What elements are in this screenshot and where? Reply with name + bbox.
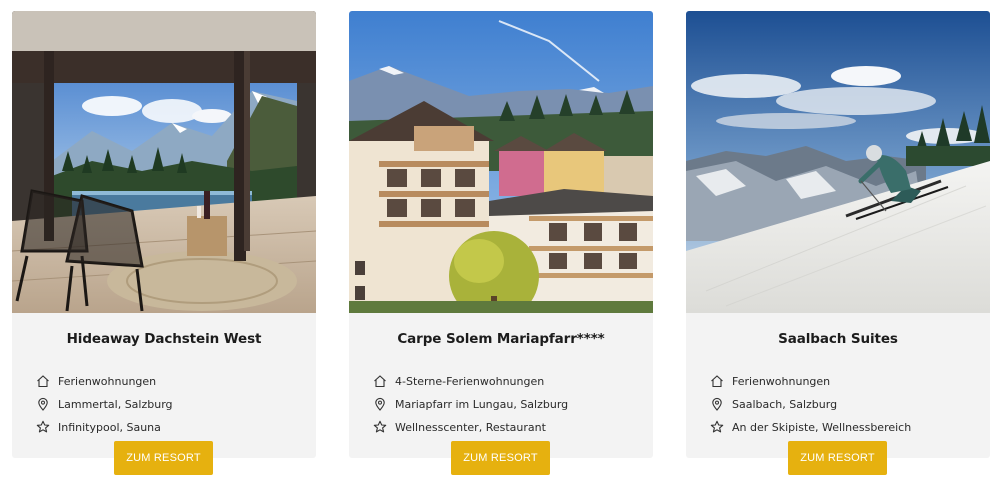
house-icon <box>710 374 724 388</box>
feature-text: Mariapfarr im Lungau, Salzburg <box>395 397 569 411</box>
zum-resort-button[interactable]: ZUM RESORT <box>114 441 213 475</box>
house-icon <box>36 374 50 388</box>
feature-amenities: An der Skipiste, Wellnessbereich <box>710 418 911 436</box>
resort-card-saalbach-suites: Saalbach Suites Ferienwohnungen Saalbach… <box>686 11 990 458</box>
feature-location: Mariapfarr im Lungau, Salzburg <box>373 395 568 413</box>
resort-card-carpe-solem-mariapfarr: Carpe Solem Mariapfarr**** 4-Sterne-Feri… <box>349 11 653 458</box>
zum-resort-button[interactable]: ZUM RESORT <box>788 441 887 475</box>
feature-apartment-type: Ferienwohnungen <box>36 372 156 390</box>
feature-apartment-type: Ferienwohnungen <box>710 372 830 390</box>
resort-photo[interactable] <box>349 11 653 313</box>
resort-title[interactable]: Hideaway Dachstein West <box>12 331 316 347</box>
feature-amenities: Infinitypool, Sauna <box>36 418 161 436</box>
feature-text: Lammertal, Salzburg <box>58 397 173 411</box>
feature-text: Infinitypool, Sauna <box>58 420 161 434</box>
alpine-apartment-building-photo <box>349 11 653 313</box>
star-icon <box>373 420 387 434</box>
feature-text: Saalbach, Salzburg <box>732 397 838 411</box>
feature-text: An der Skipiste, Wellnessbereich <box>732 420 912 434</box>
feature-location: Lammertal, Salzburg <box>36 395 173 413</box>
resort-info-panel: Carpe Solem Mariapfarr**** 4-Sterne-Feri… <box>349 313 653 458</box>
hotel-terrace-infinity-pool-photo <box>12 11 316 313</box>
skier-on-slope-photo <box>686 11 990 313</box>
feature-text: 4-Sterne-Ferienwohnungen <box>395 374 545 388</box>
location-pin-icon <box>373 397 387 411</box>
resort-info-panel: Saalbach Suites Ferienwohnungen Saalbach… <box>686 313 990 458</box>
resort-title[interactable]: Carpe Solem Mariapfarr**** <box>349 331 653 347</box>
feature-location: Saalbach, Salzburg <box>710 395 837 413</box>
location-pin-icon <box>710 397 724 411</box>
resort-photo[interactable] <box>12 11 316 313</box>
feature-text: Wellnesscenter, Restaurant <box>395 420 546 434</box>
feature-amenities: Wellnesscenter, Restaurant <box>373 418 546 436</box>
resort-card-hideaway-dachstein-west: Hideaway Dachstein West Ferienwohnungen … <box>12 11 316 458</box>
location-pin-icon <box>36 397 50 411</box>
feature-apartment-type: 4-Sterne-Ferienwohnungen <box>373 372 544 390</box>
feature-text: Ferienwohnungen <box>58 374 157 388</box>
resort-photo[interactable] <box>686 11 990 313</box>
star-icon <box>710 420 724 434</box>
zum-resort-button[interactable]: ZUM RESORT <box>451 441 550 475</box>
house-icon <box>373 374 387 388</box>
feature-text: Ferienwohnungen <box>732 374 831 388</box>
star-icon <box>36 420 50 434</box>
resort-title[interactable]: Saalbach Suites <box>686 331 990 347</box>
resort-info-panel: Hideaway Dachstein West Ferienwohnungen … <box>12 313 316 458</box>
